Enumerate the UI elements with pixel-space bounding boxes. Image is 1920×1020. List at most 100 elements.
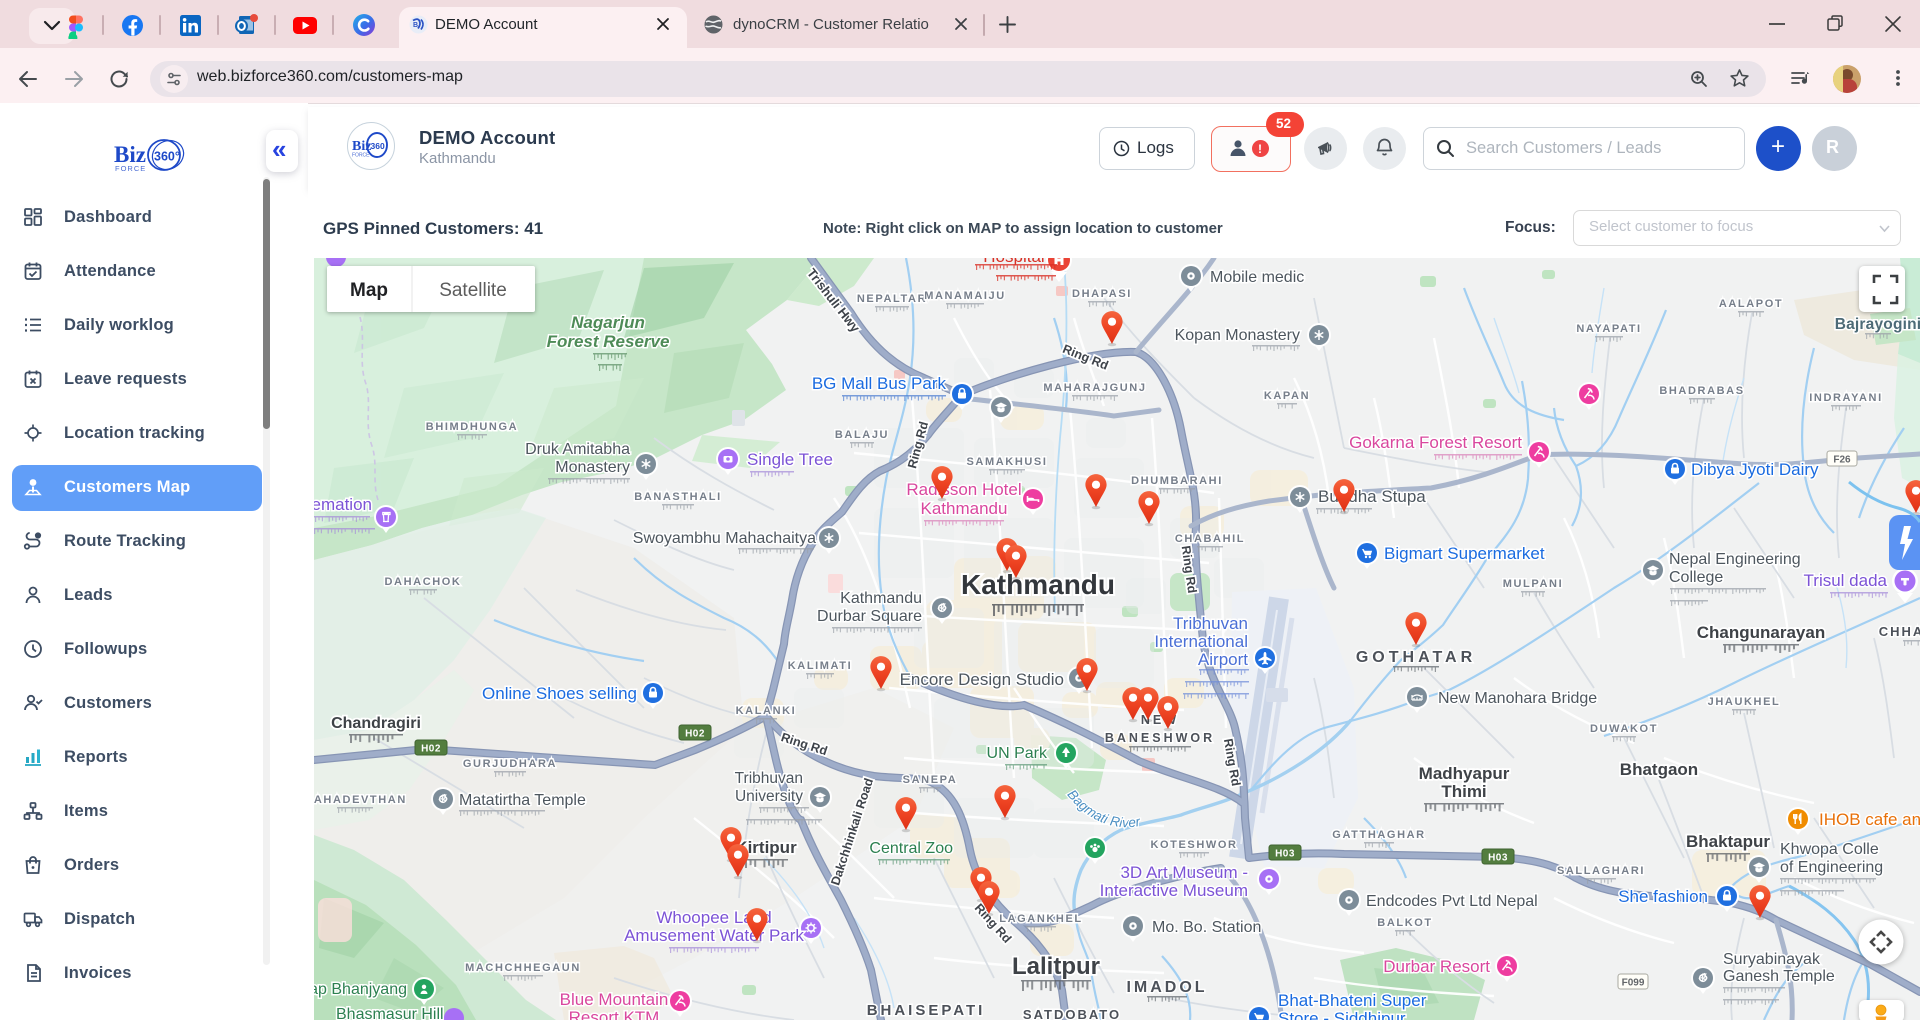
svg-text:BG Mall Bus Park: BG Mall Bus Park [812,374,947,393]
svg-text:BALKOT: BALKOT [1377,917,1432,929]
svg-text:SAMAKHUSI: SAMAKHUSI [966,456,1047,468]
svg-text:BANESHWOR: BANESHWOR [1105,731,1215,745]
svg-text:AALAPOT: AALAPOT [1719,298,1783,310]
svg-text:Ganesh Temple: Ganesh Temple [1723,968,1835,985]
svg-text:Bhat-Bhateni Super: Bhat-Bhateni Super [1278,991,1427,1010]
svg-text:KALIMATI: KALIMATI [788,660,853,672]
svg-text:Changunarayan: Changunarayan [1697,623,1825,642]
svg-text:H02: H02 [685,729,705,740]
svg-text:International: International [1154,632,1248,651]
svg-text:Gokarna Forest Resort: Gokarna Forest Resort [1349,433,1522,452]
svg-text:H03: H03 [1275,849,1295,860]
svg-text:emation: emation [314,495,372,514]
svg-text:Tribhuvan: Tribhuvan [735,770,803,787]
svg-text:DHUMBARAHI: DHUMBARAHI [1131,475,1223,487]
svg-text:MULPANI: MULPANI [1503,578,1564,590]
svg-text:Airport: Airport [1198,650,1248,669]
svg-text:JHAUKHEL: JHAUKHEL [1708,696,1781,708]
svg-text:NEPALTAR: NEPALTAR [857,293,927,305]
svg-text:Encore Design Studio: Encore Design Studio [900,670,1064,689]
svg-text:Endcodes Pvt Ltd Nepal: Endcodes Pvt Ltd Nepal [1366,893,1538,910]
svg-text:F26: F26 [1833,455,1851,466]
svg-text:Bajrayogini: Bajrayogini [1835,316,1920,333]
svg-text:SALLAGHARI: SALLAGHARI [1557,865,1645,877]
svg-text:Druk Amitabha: Druk Amitabha [525,441,630,458]
svg-text:BHADRABAS: BHADRABAS [1659,385,1744,397]
svg-text:H02: H02 [421,744,441,755]
svg-text:Suryabinayak: Suryabinayak [1723,951,1821,968]
svg-text:Central Zoo: Central Zoo [869,840,953,857]
svg-text:LAGANKHEL: LAGANKHEL [999,913,1082,925]
svg-text:Nagarjun: Nagarjun [571,313,645,332]
svg-text:B: B [413,22,418,29]
svg-text:Bhasmasur Hill: Bhasmasur Hill [336,1006,444,1020]
svg-text:Dibya Jyoti Dairy: Dibya Jyoti Dairy [1691,460,1819,479]
svg-text:Satellite: Satellite [439,280,507,301]
svg-text:Monastery: Monastery [555,459,630,476]
svg-text:Online Shoes selling: Online Shoes selling [482,684,637,703]
svg-text:Nepal Engineering: Nepal Engineering [1669,551,1801,568]
svg-text:Chandragiri: Chandragiri [331,715,421,732]
svg-text:Map: Map [350,280,388,301]
svg-text:FORCE: FORCE [352,153,370,159]
svg-text:Interactive Museum: Interactive Museum [1100,881,1248,900]
svg-text:BALAJU: BALAJU [835,429,889,441]
svg-text:NAYAPATI: NAYAPATI [1576,323,1641,335]
svg-text:Bhatgaon: Bhatgaon [1620,760,1698,779]
svg-text:Store - Siddhipur: Store - Siddhipur [1278,1009,1406,1020]
svg-text:F099: F099 [1622,978,1645,989]
svg-text:GOTHATAR: GOTHATAR [1356,649,1476,666]
svg-text:Radisson Hotel: Radisson Hotel [906,480,1021,499]
svg-text:BHIMDHUNGA: BHIMDHUNGA [426,421,518,433]
svg-text:H03: H03 [1488,853,1508,864]
svg-text:INDRAYANI: INDRAYANI [1809,392,1883,404]
svg-text:Kathmandu: Kathmandu [840,590,922,607]
svg-text:of Engineering: of Engineering [1780,859,1883,876]
svg-text:ap Bhanjyang: ap Bhanjyang [314,981,407,998]
svg-text:KOTESHWOR: KOTESHWOR [1150,839,1237,851]
svg-text:Kathmandu: Kathmandu [921,499,1008,518]
svg-text:BANASTHALI: BANASTHALI [634,491,722,503]
svg-text:DUWAKOT: DUWAKOT [1590,723,1658,735]
svg-text:New Manohara Bridge: New Manohara Bridge [1438,690,1597,707]
svg-text:UN Park: UN Park [987,745,1048,762]
svg-text:Swoyambhu Mahachaitya: Swoyambhu Mahachaitya [633,530,816,547]
svg-text:360: 360 [371,141,385,151]
svg-text:Mo. Bo. Station: Mo. Bo. Station [1152,919,1261,936]
svg-text:GURJUDHARA: GURJUDHARA [463,758,557,770]
svg-text:GATTHAGHAR: GATTHAGHAR [1332,829,1425,841]
svg-text:SANEPA: SANEPA [903,774,958,786]
svg-text:IHOB cafe and: IHOB cafe and [1819,810,1920,829]
svg-text:IMADOL: IMADOL [1126,979,1207,996]
svg-text:Khwopa Colle: Khwopa Colle [1780,841,1879,858]
svg-text:Madhyapur: Madhyapur [1419,764,1510,783]
svg-text:Durbar Resort: Durbar Resort [1383,957,1490,976]
svg-text:Bhaktapur: Bhaktapur [1686,832,1770,851]
svg-text:Thimi: Thimi [1441,782,1486,801]
svg-text:MAHARAJGUNJ: MAHARAJGUNJ [1043,382,1146,394]
svg-text:BHAISEPATI: BHAISEPATI [867,1002,986,1019]
svg-text:CHHALIN: CHHALIN [1879,624,1920,639]
svg-text:360°: 360° [154,150,180,164]
svg-text:Bigmart Supermarket: Bigmart Supermarket [1384,544,1545,563]
svg-text:MANAMAIJU: MANAMAIJU [924,290,1006,302]
svg-text:Kathmandu: Kathmandu [961,569,1115,600]
svg-text:She fashion: She fashion [1618,887,1708,906]
svg-text:College: College [1669,569,1723,586]
svg-text:SATDOBATO: SATDOBATO [1023,1007,1121,1020]
svg-text:FORCE: FORCE [115,164,146,173]
svg-text:Tribhuvan: Tribhuvan [1173,614,1248,633]
svg-text:MACHCHHEGAUN: MACHCHHEGAUN [465,962,581,974]
svg-text:MAHADEVTHAN: MAHADEVTHAN [314,794,407,806]
svg-text:3D Art Museum -: 3D Art Museum - [1120,863,1248,882]
svg-text:Resort KTM: Resort KTM [569,1008,660,1020]
svg-text:Mobile medic: Mobile medic [1210,269,1304,286]
svg-text:KALANKI: KALANKI [736,705,797,717]
svg-text:Amusement Water Park: Amusement Water Park [624,926,804,945]
svg-text:KAPAN: KAPAN [1264,390,1310,402]
svg-text:Single Tree: Single Tree [747,450,833,469]
svg-text:Blue Mountain: Blue Mountain [560,990,669,1009]
svg-text:Forest Reserve: Forest Reserve [547,332,670,351]
svg-text:DAHACHOK: DAHACHOK [385,576,462,588]
svg-text:Trisul dada: Trisul dada [1804,571,1888,590]
